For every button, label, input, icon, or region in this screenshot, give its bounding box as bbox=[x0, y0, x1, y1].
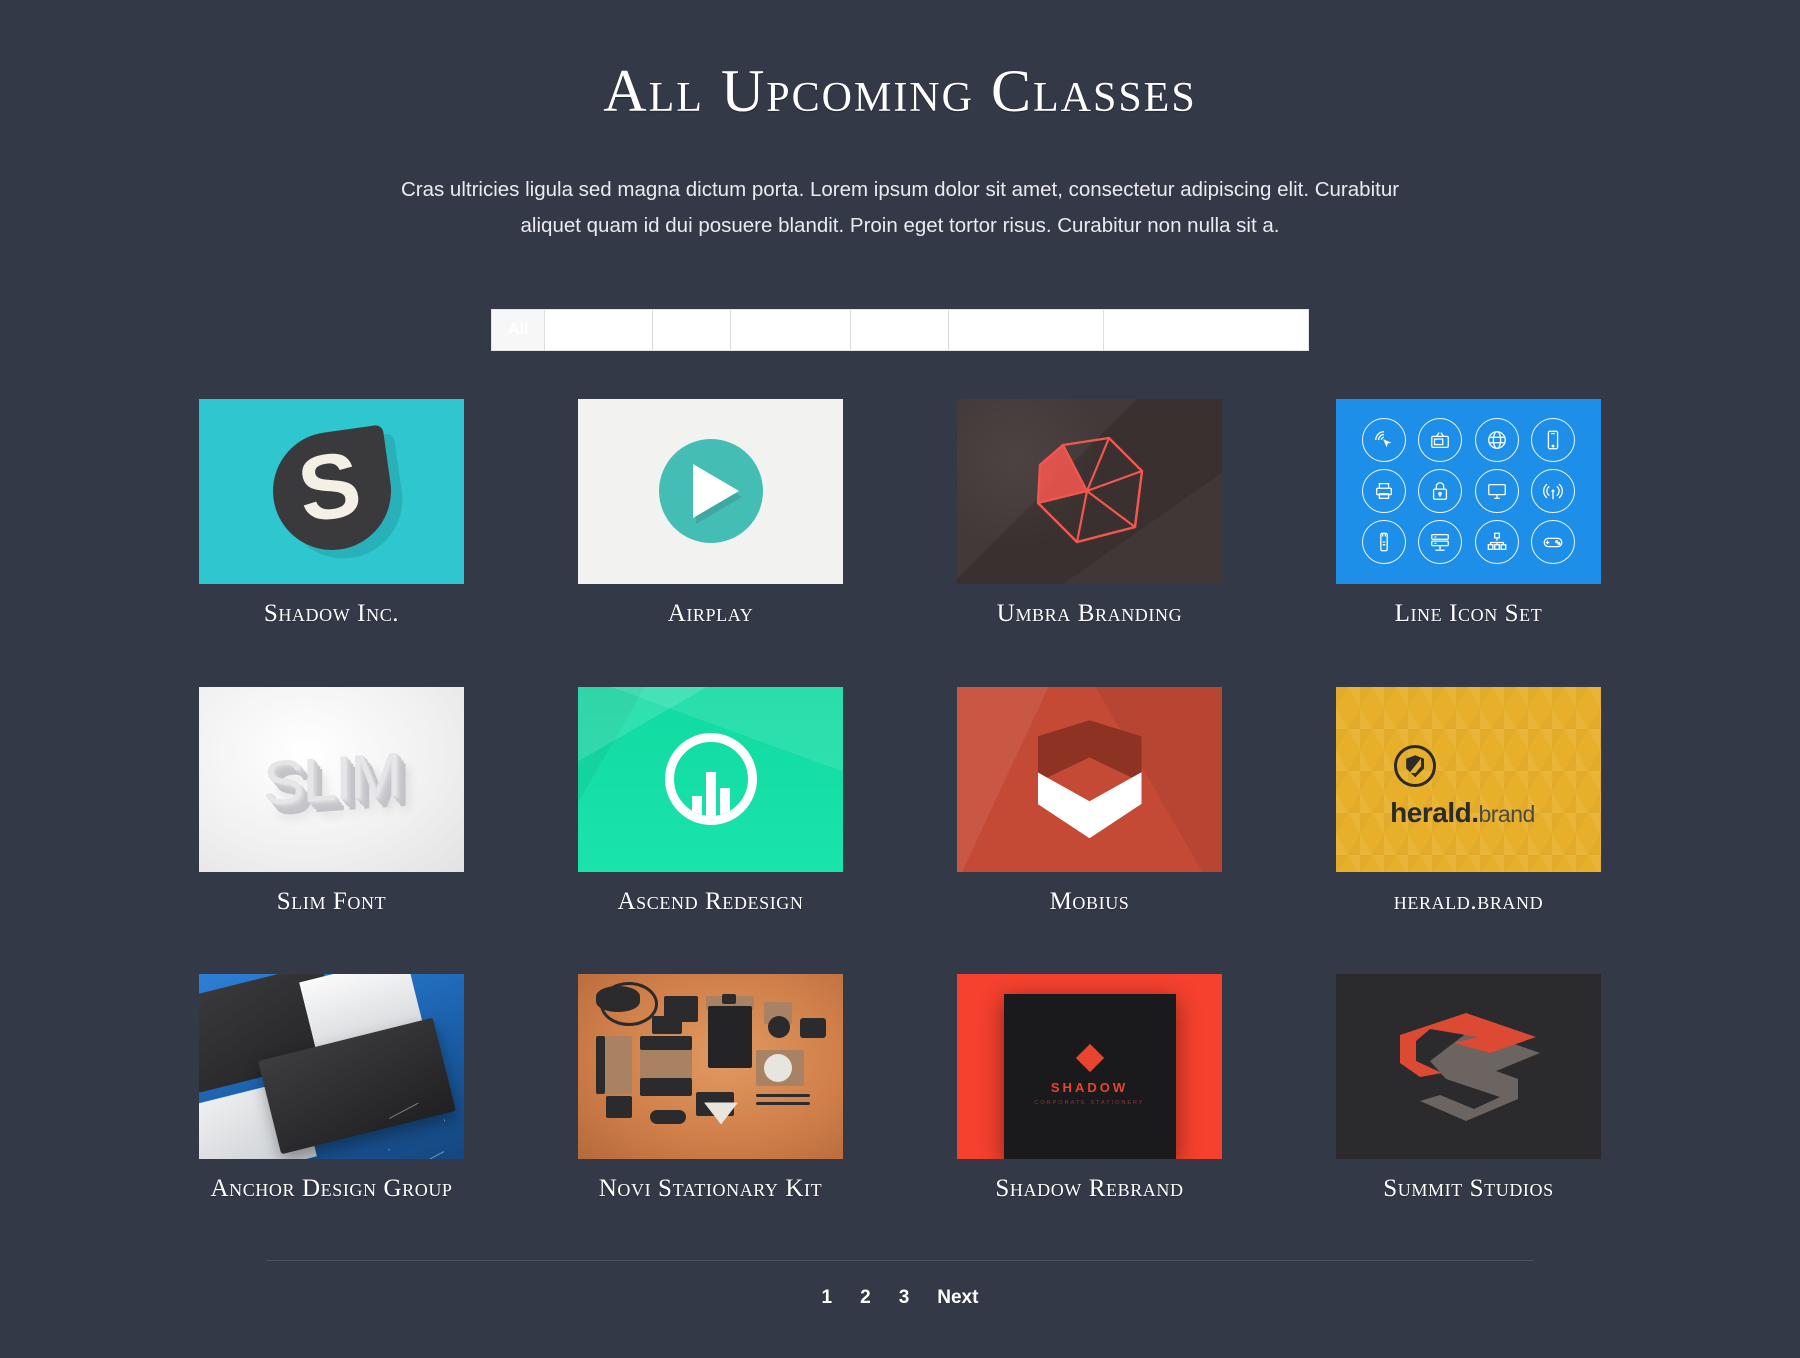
shadow-diamond-icon bbox=[1075, 1043, 1104, 1073]
portfolio-card[interactable]: SLIM Slim Font bbox=[199, 686, 464, 917]
printer-icon bbox=[1362, 469, 1407, 514]
portfolio-card[interactable]: Ascend Redesign bbox=[578, 686, 843, 917]
filter-item-6[interactable] bbox=[949, 309, 1105, 350]
filter-item-all[interactable]: All bbox=[492, 309, 546, 350]
thumbnail-anchor-design-group[interactable] bbox=[199, 974, 464, 1160]
pagination-next[interactable]: Next bbox=[937, 1287, 978, 1309]
thumbnail-shadow-rebrand[interactable]: SHADOW CORPORATE STATIONERY bbox=[957, 974, 1222, 1160]
television-icon bbox=[1418, 418, 1463, 463]
slim-wordmark: SLIM bbox=[263, 739, 400, 819]
portfolio-card[interactable]: Umbra Branding bbox=[957, 398, 1222, 629]
thumbnail-slim-font[interactable]: SLIM bbox=[199, 686, 464, 872]
usb-drive-icon bbox=[1362, 520, 1407, 565]
filter-item-7[interactable] bbox=[1104, 309, 1308, 350]
shadow-tagline: CORPORATE STATIONERY bbox=[1034, 1099, 1145, 1106]
card-title: Slim Font bbox=[276, 887, 387, 915]
filter-item-3[interactable] bbox=[653, 309, 732, 350]
photo-pen-case bbox=[650, 1110, 686, 1125]
portfolio-card[interactable]: Line Icon Set bbox=[1336, 398, 1601, 629]
server-icon bbox=[1418, 520, 1463, 565]
card-title: Shadow Rebrand bbox=[995, 1175, 1184, 1203]
wifi-signal-icon bbox=[1530, 469, 1575, 514]
portfolio-card[interactable]: Airplay bbox=[578, 398, 843, 629]
thumbnail-airplay[interactable] bbox=[578, 398, 843, 584]
herald-wordmark: herald.brand bbox=[1390, 797, 1535, 829]
thumbnail-shadow-inc[interactable]: S bbox=[199, 398, 464, 584]
card-title: Anchor Design Group bbox=[210, 1175, 453, 1203]
pagination-page-1[interactable]: 1 bbox=[822, 1287, 833, 1309]
filter-item-2[interactable] bbox=[545, 309, 654, 350]
pagination-page-3[interactable]: 3 bbox=[899, 1287, 910, 1309]
filter-bar-wrapper: All bbox=[266, 308, 1534, 351]
category-filter-bar[interactable]: All bbox=[491, 308, 1309, 351]
photo-small-card bbox=[606, 1096, 632, 1119]
thumbnail-novi-stationary-kit[interactable] bbox=[578, 974, 843, 1160]
thumbnail-summit-studios[interactable] bbox=[1336, 974, 1601, 1160]
smartphone-icon bbox=[1530, 418, 1575, 463]
portfolio-card[interactable]: Mobius bbox=[957, 686, 1222, 917]
pagination-page-2[interactable]: 2 bbox=[860, 1287, 871, 1309]
card-title: Summit Studios bbox=[1383, 1175, 1554, 1203]
thumbnail-herald-brand[interactable]: herald.brand bbox=[1336, 686, 1601, 872]
gamepad-icon bbox=[1530, 520, 1575, 565]
summit-isometric-s-icon bbox=[1399, 1012, 1540, 1121]
portfolio-card[interactable]: herald.brand herald.brand bbox=[1336, 686, 1601, 917]
sitemap-icon bbox=[1474, 520, 1519, 565]
card-title: Umbra Branding bbox=[996, 599, 1183, 627]
polygon-wireframe-icon bbox=[1036, 436, 1144, 544]
shadow-letter: S bbox=[291, 432, 367, 543]
card-title: Mobius bbox=[1049, 887, 1130, 915]
card-title: herald.brand bbox=[1393, 887, 1544, 915]
photo-folder-band bbox=[640, 1036, 692, 1051]
pagination: 1 2 3 Next bbox=[266, 1287, 1534, 1309]
portfolio-card[interactable]: SHADOW CORPORATE STATIONERY Shadow Rebra… bbox=[957, 974, 1222, 1204]
page-title: All Upcoming Classes bbox=[603, 58, 1197, 124]
shield-circle-icon bbox=[1394, 745, 1437, 788]
card-title: Novi Stationary Kit bbox=[598, 1175, 823, 1203]
thumbnail-mobius[interactable] bbox=[957, 686, 1222, 872]
shadow-blob-logo-icon: S bbox=[264, 424, 399, 559]
thumbnail-ascend-redesign[interactable] bbox=[578, 686, 843, 872]
globe-icon bbox=[1474, 418, 1519, 463]
portfolio-card[interactable]: S Shadow Inc. bbox=[199, 398, 464, 629]
photo-notebook-spine bbox=[596, 1036, 605, 1095]
lock-icon bbox=[1418, 469, 1463, 514]
shadow-wordmark: SHADOW bbox=[1050, 1079, 1129, 1095]
ascend-circle-logo-icon bbox=[664, 733, 757, 826]
photo-folder-base bbox=[640, 1078, 692, 1097]
card-title: Line Icon Set bbox=[1394, 599, 1543, 627]
portfolio-grid: S Shadow Inc. Airplay Umbra Branding Lin… bbox=[199, 398, 1601, 1204]
filter-item-5[interactable] bbox=[851, 309, 950, 350]
thumbnail-umbra-branding[interactable] bbox=[957, 398, 1222, 584]
herald-word-sub: brand bbox=[1478, 801, 1535, 828]
portfolio-page: All Upcoming Classes Cras ultricies ligu… bbox=[0, 0, 1800, 1358]
herald-word-main: herald. bbox=[1390, 797, 1479, 829]
page-description: Cras ultricies ligula sed magna dictum p… bbox=[400, 178, 1400, 238]
monitor-icon bbox=[1474, 469, 1519, 514]
card-title: Ascend Redesign bbox=[617, 887, 804, 915]
cursor-click-icon bbox=[1362, 418, 1407, 463]
photo-clip bbox=[722, 994, 736, 1005]
pagination-divider bbox=[266, 1260, 1534, 1262]
photo-letterhead bbox=[708, 1006, 752, 1069]
photo-black-folder: SHADOW CORPORATE STATIONERY bbox=[1003, 994, 1176, 1160]
photo-pouch bbox=[800, 1018, 826, 1039]
portfolio-card[interactable]: Novi Stationary Kit bbox=[578, 974, 843, 1204]
mobius-hexagon-logo-icon bbox=[1037, 720, 1142, 839]
filter-item-4[interactable] bbox=[731, 309, 852, 350]
thumbnail-line-icon-set[interactable] bbox=[1336, 398, 1601, 584]
card-title: Airplay bbox=[667, 599, 754, 627]
portfolio-card[interactable]: Summit Studios bbox=[1336, 974, 1601, 1204]
paper-plane-circle-icon bbox=[658, 439, 763, 544]
photo-envelope bbox=[664, 996, 698, 1023]
card-title: Shadow Inc. bbox=[263, 599, 400, 627]
portfolio-card[interactable]: Anchor Design Group bbox=[199, 974, 464, 1204]
